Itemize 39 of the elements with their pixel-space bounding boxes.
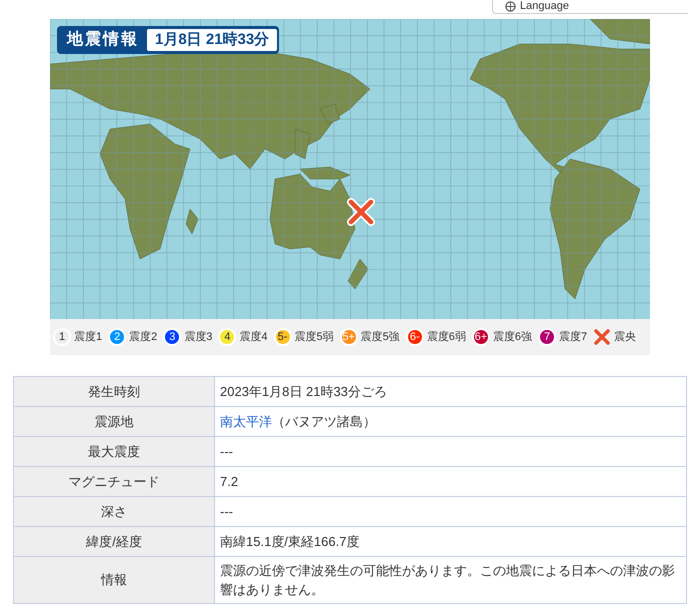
row-value: 2023年1月8日 21時33分ごろ <box>214 376 686 406</box>
intensity-badge: 6- <box>406 328 424 346</box>
row-value: --- <box>214 436 686 466</box>
intensity-badge: 2 <box>108 328 126 346</box>
legend-label: 震度6強 <box>492 330 532 345</box>
row-label: 震源地 <box>14 406 214 436</box>
row-label: 最大震度 <box>14 436 214 466</box>
row-value: 南緯15.1度/東経166.7度 <box>214 526 686 556</box>
row-label: 発生時刻 <box>14 376 214 406</box>
globe-icon <box>505 1 516 12</box>
intensity-badge: 5+ <box>340 328 358 346</box>
row-value: 震源の近傍で津波発生の可能性があります。この地震による日本への津波の影響はありません。 <box>214 556 686 604</box>
intensity-badge: 3 <box>163 328 182 346</box>
legend-label: 震度1 <box>74 330 102 345</box>
map-title: 地震情報 <box>66 30 140 50</box>
legend-label: 震度7 <box>559 330 588 345</box>
epicenter-region: （バヌアツ諸島） <box>272 414 376 429</box>
legend-label: 震度3 <box>184 330 212 345</box>
intensity-badge: 4 <box>218 328 236 346</box>
intensity-badge: 1 <box>53 328 71 346</box>
intensity-badge: 5- <box>274 328 292 346</box>
map-datetime: 1月8日 21時33分 <box>147 28 278 52</box>
intensity-badge: 7 <box>538 328 556 346</box>
legend-label: 震度2 <box>129 330 158 345</box>
legend-label: 震度4 <box>239 330 268 345</box>
legend-label: 震度5弱 <box>294 330 334 345</box>
row-label: 情報 <box>14 556 214 604</box>
epicenter-cross-icon <box>346 197 376 227</box>
row-label: 緯度/経度 <box>14 526 214 556</box>
row-value: 7.2 <box>214 466 686 496</box>
legend-label: 震度6弱 <box>426 330 466 345</box>
epicenter-link[interactable]: 南太平洋 <box>220 414 272 429</box>
intensity-badge: 6+ <box>472 328 490 346</box>
row-label: 深さ <box>14 496 214 526</box>
row-label: マグニチュード <box>14 466 214 496</box>
legend-label: 震度5強 <box>360 330 400 345</box>
legend-label: 震央 <box>614 330 636 345</box>
row-value: --- <box>214 496 686 526</box>
language-button[interactable]: Language <box>492 0 688 14</box>
